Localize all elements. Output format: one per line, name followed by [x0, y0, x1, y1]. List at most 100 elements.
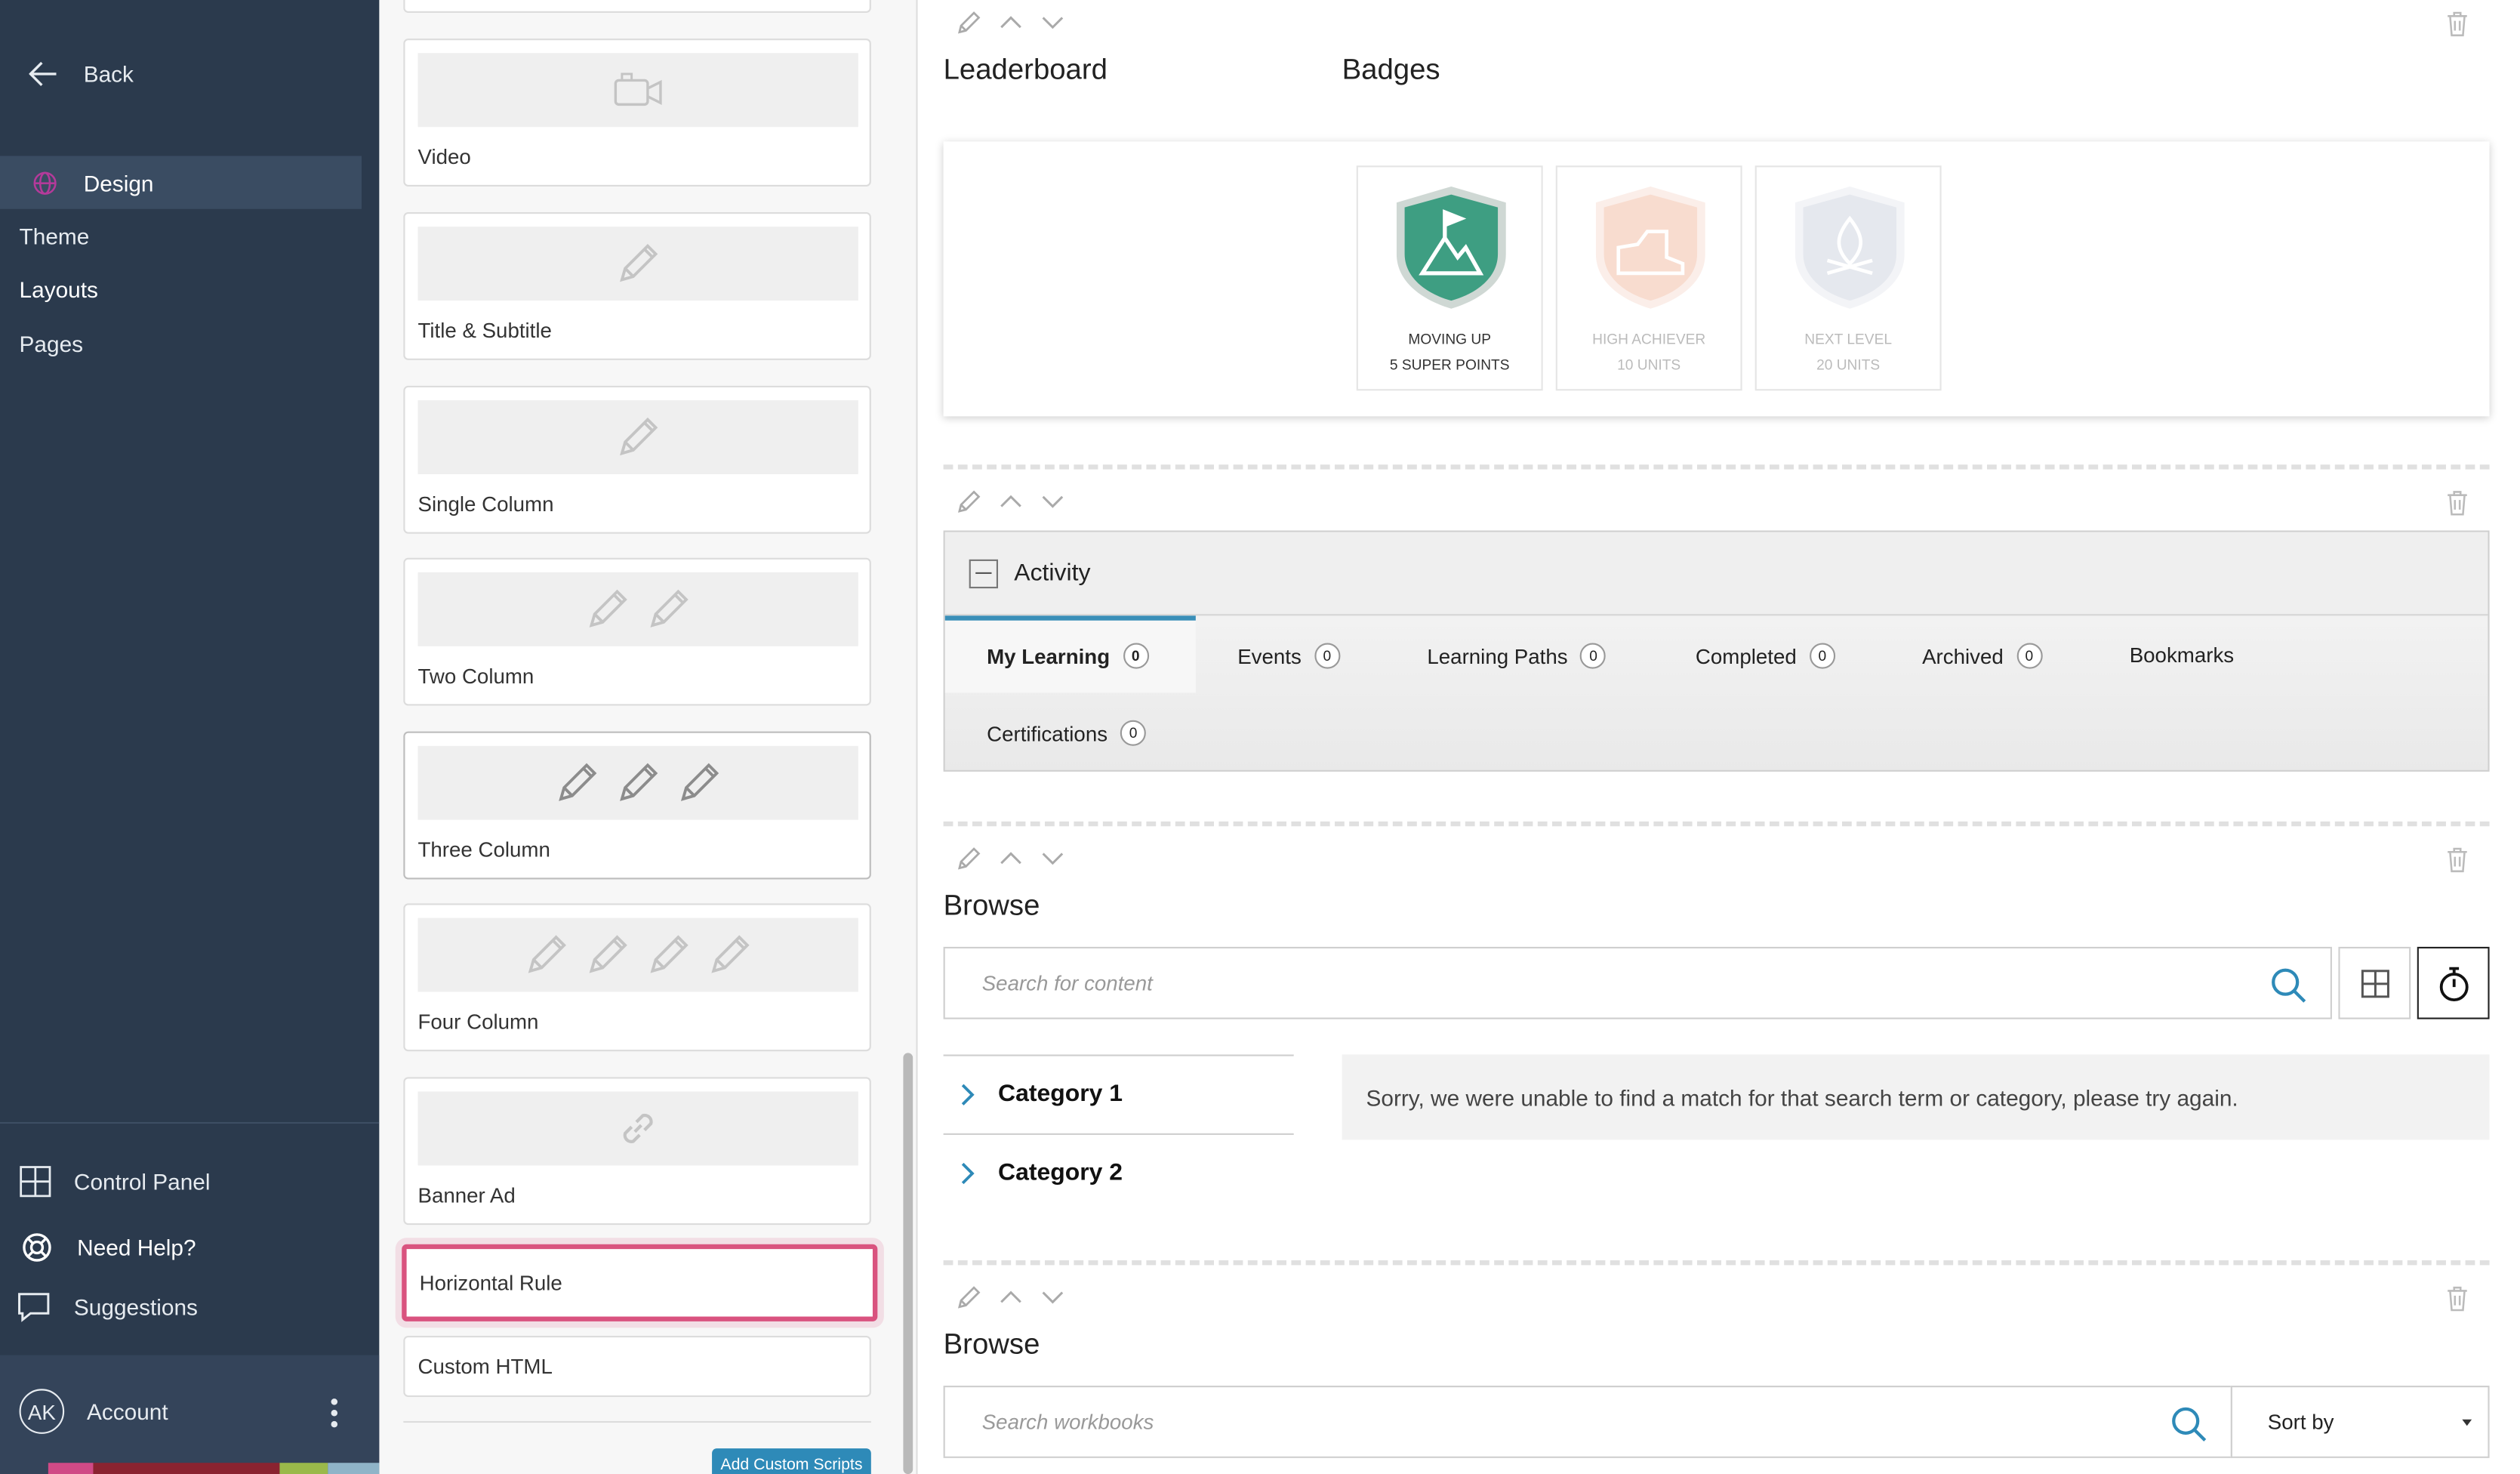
- widget-card-four-column[interactable]: Four Column: [403, 903, 871, 1052]
- pencil-icon: [589, 935, 627, 973]
- section-controls: [957, 1284, 1066, 1310]
- badge-name: NEXT LEVEL 20 UNITS: [1804, 331, 1893, 373]
- tab-count-badge: 0: [1314, 643, 1340, 669]
- chevron-down-icon[interactable]: [1040, 13, 1065, 32]
- nav-design[interactable]: Design: [0, 156, 362, 209]
- palette-scrollbar[interactable]: [903, 1053, 913, 1474]
- nav-pages[interactable]: Pages: [20, 331, 84, 357]
- speech-bubble-icon: [18, 1293, 50, 1322]
- widget-card-custom-html[interactable]: Custom HTML: [403, 1336, 871, 1397]
- mountain-flag-badge-icon: [1396, 186, 1506, 309]
- widget-label: Custom HTML: [417, 1354, 553, 1379]
- tab-bookmarks[interactable]: Bookmarks: [2130, 643, 2234, 668]
- chevron-down-icon[interactable]: [1040, 1287, 1065, 1307]
- control-panel-label: Control Panel: [73, 1168, 211, 1195]
- trash-icon[interactable]: [2446, 490, 2469, 516]
- content-search-input[interactable]: [944, 948, 2331, 1018]
- badge-card[interactable]: HIGH ACHIEVER 10 UNITS: [1555, 165, 1742, 391]
- trash-icon[interactable]: [2446, 1286, 2469, 1312]
- suggestions-link[interactable]: Suggestions: [16, 1291, 198, 1323]
- control-panel-link[interactable]: Control Panel: [20, 1165, 211, 1198]
- sort-by-select[interactable]: Sort by: [2230, 1386, 2490, 1458]
- color-strip-segment: [328, 1463, 380, 1474]
- widget-card-single-column[interactable]: Single Column: [403, 385, 871, 534]
- video-camera-icon: [614, 72, 662, 106]
- chevron-up-icon[interactable]: [998, 13, 1024, 32]
- pencil-icon: [650, 589, 689, 628]
- caret-down-icon: [2462, 1419, 2472, 1426]
- search-icon[interactable]: [2271, 968, 2306, 1004]
- pencil-icon[interactable]: [957, 489, 982, 514]
- widget-label: Two Column: [417, 664, 534, 689]
- activity-title: Activity: [1014, 559, 1091, 587]
- category-label: Category 1: [998, 1080, 1123, 1108]
- category-item[interactable]: Category 1: [943, 1054, 1294, 1132]
- widget-label: Title & Subtitle: [417, 318, 552, 343]
- tab-count-badge: 0: [2016, 643, 2042, 669]
- activity-panel: Activity My Learning 0 Events 0 Learning P…: [943, 530, 2490, 772]
- section-divider: [943, 821, 2490, 827]
- nav-layouts[interactable]: Layouts: [20, 276, 98, 302]
- widget-label: Video: [417, 144, 471, 169]
- grid-icon: [2360, 969, 2389, 998]
- pencil-icon: [559, 763, 597, 801]
- tab-completed[interactable]: Completed 0: [1696, 643, 1835, 669]
- tab-certifications[interactable]: Certifications 0: [987, 720, 1147, 746]
- back-button[interactable]: Back: [29, 61, 134, 87]
- widget-card-banner-ad[interactable]: Banner Ad: [403, 1077, 871, 1226]
- more-options-icon[interactable]: [331, 1398, 338, 1428]
- tab-events[interactable]: Events 0: [1237, 643, 1340, 669]
- no-match-message: Sorry, we were unable to find a match fo…: [1342, 1054, 2490, 1140]
- search-icon[interactable]: [2171, 1407, 2207, 1442]
- pencil-icon[interactable]: [957, 846, 982, 871]
- widget-label: Horizontal Rule: [419, 1270, 562, 1295]
- workbook-search-input[interactable]: [944, 1387, 2231, 1457]
- color-strip-segment: [48, 1463, 94, 1474]
- tab-learning-paths[interactable]: Learning Paths 0: [1427, 643, 1607, 669]
- chevron-down-icon[interactable]: [1040, 492, 1065, 511]
- pencil-icon: [620, 417, 658, 456]
- trash-icon[interactable]: [2446, 11, 2469, 37]
- add-custom-scripts-button[interactable]: Add Custom Scripts: [712, 1448, 871, 1474]
- chevron-down-icon[interactable]: [1040, 849, 1065, 868]
- widget-card-partial[interactable]: [403, 0, 871, 14]
- badge-card[interactable]: NEXT LEVEL 20 UNITS: [1754, 165, 1942, 391]
- nav-theme[interactable]: Theme: [20, 224, 90, 249]
- tab-count-badge: 0: [1123, 643, 1149, 669]
- trash-icon[interactable]: [2446, 847, 2469, 873]
- widget-card-video[interactable]: Video: [403, 39, 871, 187]
- nav-design-label: Design: [83, 169, 154, 196]
- chevron-up-icon[interactable]: [998, 492, 1024, 511]
- widget-card-title-subtitle[interactable]: Title & Subtitle: [403, 212, 871, 360]
- grid-view-button[interactable]: [2338, 946, 2411, 1019]
- sidebar-divider: [0, 1121, 380, 1124]
- widget-card-two-column[interactable]: Two Column: [403, 557, 871, 706]
- widget-label: Banner Ad: [417, 1183, 516, 1207]
- chevron-up-icon[interactable]: [998, 849, 1024, 868]
- chevron-up-icon[interactable]: [998, 1287, 1024, 1307]
- badge-name: MOVING UP 5 SUPER POINTS: [1389, 331, 1510, 373]
- pencil-icon[interactable]: [957, 1284, 982, 1310]
- widget-card-three-column[interactable]: Three Column: [403, 731, 871, 880]
- badge-card[interactable]: MOVING UP 5 SUPER POINTS: [1356, 165, 1543, 391]
- widget-card-horizontal-rule[interactable]: Horizontal Rule: [402, 1244, 878, 1321]
- need-help-link[interactable]: Need Help?: [20, 1230, 196, 1266]
- pencil-icon: [528, 935, 566, 973]
- pencil-icon: [711, 935, 750, 973]
- account-button[interactable]: AK Account: [19, 1389, 168, 1434]
- globe-icon: [33, 171, 57, 194]
- pencil-icon[interactable]: [957, 10, 982, 35]
- widget-thumb: [417, 53, 858, 128]
- category-item[interactable]: Category 2: [943, 1133, 1294, 1210]
- color-strip-segment: [93, 1463, 280, 1474]
- timer-button[interactable]: [2417, 946, 2490, 1019]
- pencil-icon: [589, 589, 627, 628]
- tab-archived[interactable]: Archived 0: [1922, 643, 2042, 669]
- section-divider: [943, 1260, 2490, 1266]
- tab-count-badge: 0: [1120, 720, 1147, 746]
- tab-my-learning[interactable]: My Learning 0: [987, 643, 1149, 669]
- category-label: Category 2: [998, 1158, 1123, 1187]
- need-help-label: Need Help?: [77, 1234, 196, 1261]
- campfire-badge-icon: [1794, 186, 1905, 309]
- collapse-icon[interactable]: [969, 558, 999, 588]
